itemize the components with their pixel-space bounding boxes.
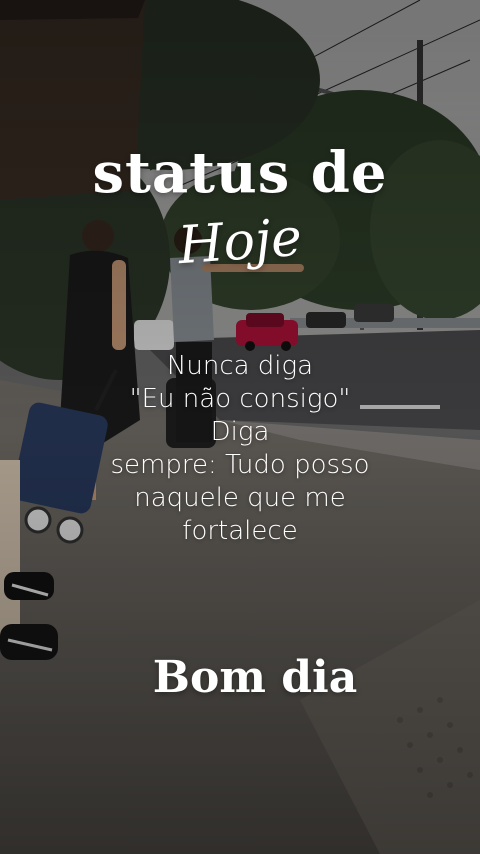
quote-line: "Eu não consigo" (129, 384, 351, 414)
quote-line: sempre: Tudo posso (110, 450, 370, 480)
quote-line: naquele que me (134, 483, 346, 513)
greeting-bom-dia: Bom dia (152, 652, 358, 703)
quote-message: Nunca diga "Eu não consigo" Diga sempre:… (60, 350, 420, 548)
title-hoje: Hoje (176, 207, 304, 277)
quote-line: Nunca diga (166, 351, 314, 381)
quote-line: fortalece (182, 516, 298, 546)
status-story: status de Hoje Nunca diga "Eu não consig… (0, 0, 480, 854)
title-status: status de (92, 140, 388, 206)
quote-line: Diga (210, 417, 270, 447)
text-overlay: status de Hoje Nunca diga "Eu não consig… (0, 0, 480, 854)
